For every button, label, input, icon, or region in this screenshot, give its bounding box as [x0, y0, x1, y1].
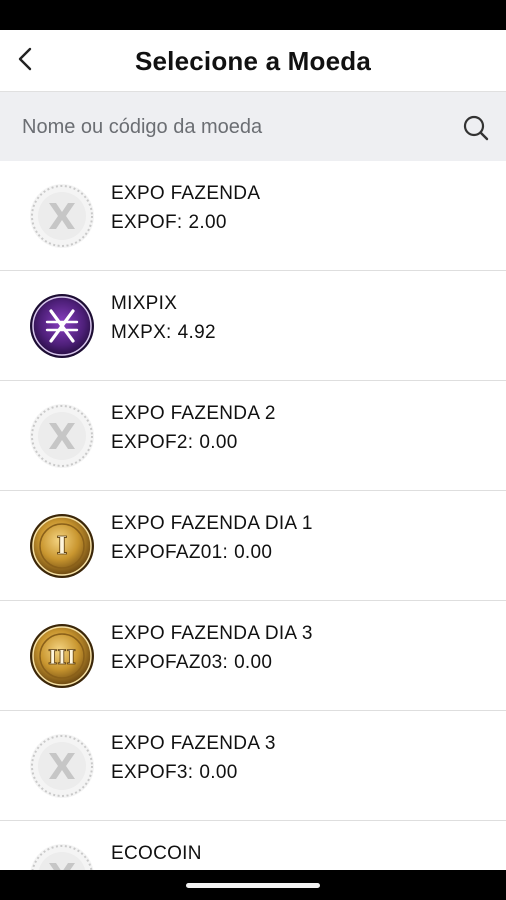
coin-item[interactable]: EXPO FAZENDA EXPOF: 2.00 [0, 161, 506, 271]
coin-name: EXPO FAZENDA [111, 183, 261, 204]
balance-separator: : [222, 652, 229, 673]
coin-code: EXPOFAZ01 [111, 542, 223, 563]
coin-item[interactable]: ECOCOIN [0, 821, 506, 870]
coin-item[interactable]: EXPO FAZENDA 2 EXPOF2: 0.00 [0, 381, 506, 491]
coin-name: MIXPIX [111, 293, 178, 314]
coin-item[interactable]: EXPO FAZENDA 3 EXPOF3: 0.00 [0, 711, 506, 821]
gold-roman-numeral-coin-icon: III [29, 623, 95, 689]
coin-code: EXPOF2 [111, 432, 188, 453]
coin-code: EXPOF [111, 212, 177, 233]
app-header: Selecione a Moeda [0, 30, 506, 91]
balance-separator: : [222, 542, 229, 563]
gold-roman-numeral-coin-icon: I [29, 513, 95, 579]
coin-amount: 0.00 [199, 432, 238, 453]
coin-item[interactable]: MIXPIX MXPX: 4.92 [0, 271, 506, 381]
coin-balance: EXPOF: 2.00 [111, 212, 227, 234]
balance-separator: : [176, 212, 183, 233]
coin-name: ECOCOIN [111, 843, 202, 864]
balance-separator: : [187, 762, 194, 783]
coin-balance: MXPX: 4.92 [111, 322, 216, 344]
coin-amount: 0.00 [234, 652, 273, 673]
navigation-bar [0, 870, 506, 900]
coin-list: EXPO FAZENDA EXPOF: 2.00 MIXPIX MXPX: 4.92 EXP… [0, 161, 506, 870]
coin-name: EXPO FAZENDA DIA 3 [111, 623, 313, 644]
balance-separator: : [187, 432, 194, 453]
mixpix-coin-icon [29, 293, 95, 359]
coin-amount: 0.00 [234, 542, 273, 563]
coin-code: MXPX [111, 322, 167, 343]
expo-x-coin-icon [29, 403, 95, 469]
coin-balance: EXPOF3: 0.00 [111, 762, 238, 784]
expo-x-coin-icon [29, 183, 95, 249]
coin-code: EXPOFAZ03 [111, 652, 223, 673]
search-input[interactable] [22, 92, 442, 162]
coin-amount: 2.00 [188, 212, 227, 233]
coin-balance: EXPOFAZ01: 0.00 [111, 542, 272, 564]
search-button[interactable] [460, 112, 492, 144]
status-bar [0, 0, 506, 30]
coin-amount: 0.00 [199, 762, 238, 783]
coin-item[interactable]: I EXPO FAZENDA DIA 1 EXPOFAZ01: 0.00 [0, 491, 506, 601]
coin-name: EXPO FAZENDA 3 [111, 733, 276, 754]
expo-x-coin-icon [29, 843, 95, 870]
search-bar [0, 91, 506, 162]
coin-balance: EXPOF2: 0.00 [111, 432, 238, 454]
expo-x-coin-icon [29, 733, 95, 799]
currency-select-screen: Selecione a Moeda EXPO FAZENDAEXPOF:2.00… [0, 30, 506, 870]
coin-name: EXPO FAZENDA 2 [111, 403, 276, 424]
coin-balance: EXPOFAZ03: 0.00 [111, 652, 272, 674]
page-title: Selecione a Moeda [134, 46, 372, 76]
svg-text:I: I [56, 531, 67, 560]
search-icon [463, 115, 489, 141]
coin-name: EXPO FAZENDA DIA 1 [111, 513, 313, 534]
coin-item[interactable]: III EXPO FAZENDA DIA 3 EXPOFAZ03: 0.00 [0, 601, 506, 711]
coin-code: EXPOF3 [111, 762, 188, 783]
balance-separator: : [166, 322, 172, 343]
coin-amount: 4.92 [177, 322, 216, 343]
home-indicator[interactable] [186, 883, 320, 888]
svg-text:III: III [48, 645, 76, 669]
